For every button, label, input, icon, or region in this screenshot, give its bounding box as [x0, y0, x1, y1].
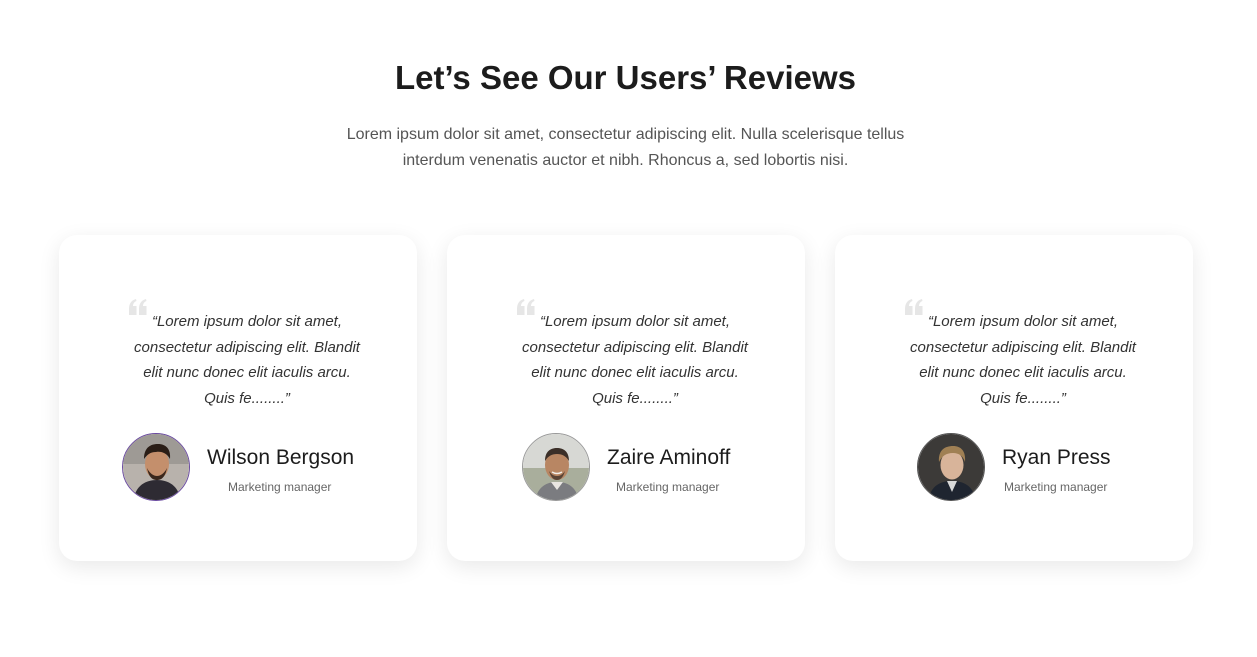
avatar [917, 433, 985, 501]
reviewer-role: Marketing manager [228, 480, 332, 494]
reviewer-name: Wilson Bergson [207, 446, 355, 469]
avatar [522, 433, 590, 501]
section-title: Let’s See Our Users’ Reviews [394, 59, 857, 96]
section-subtitle: Lorem ipsum dolor sit amet, consectetur … [346, 126, 905, 169]
review-quote: “Lorem ipsum dolor sit amet, consectetur… [134, 313, 360, 407]
avatar [122, 433, 190, 501]
review-card: “Lorem ipsum dolor sit amet, consectetur… [835, 235, 1193, 561]
review-card: “Lorem ipsum dolor sit amet, consectetur… [59, 235, 417, 561]
review-quote: “Lorem ipsum dolor sit amet, consectetur… [910, 313, 1136, 407]
reviewer-name: Ryan Press [1002, 446, 1111, 469]
review-card: “Lorem ipsum dolor sit amet, consectetur… [447, 235, 805, 561]
review-quote: “Lorem ipsum dolor sit amet, consectetur… [522, 313, 748, 407]
reviews-section: Let’s See Our Users’ Reviews Lorem ipsum… [0, 0, 1257, 657]
reviewer-name: Zaire Aminoff [607, 446, 731, 469]
reviewer-role: Marketing manager [616, 480, 720, 494]
reviewer-role: Marketing manager [1004, 480, 1108, 494]
